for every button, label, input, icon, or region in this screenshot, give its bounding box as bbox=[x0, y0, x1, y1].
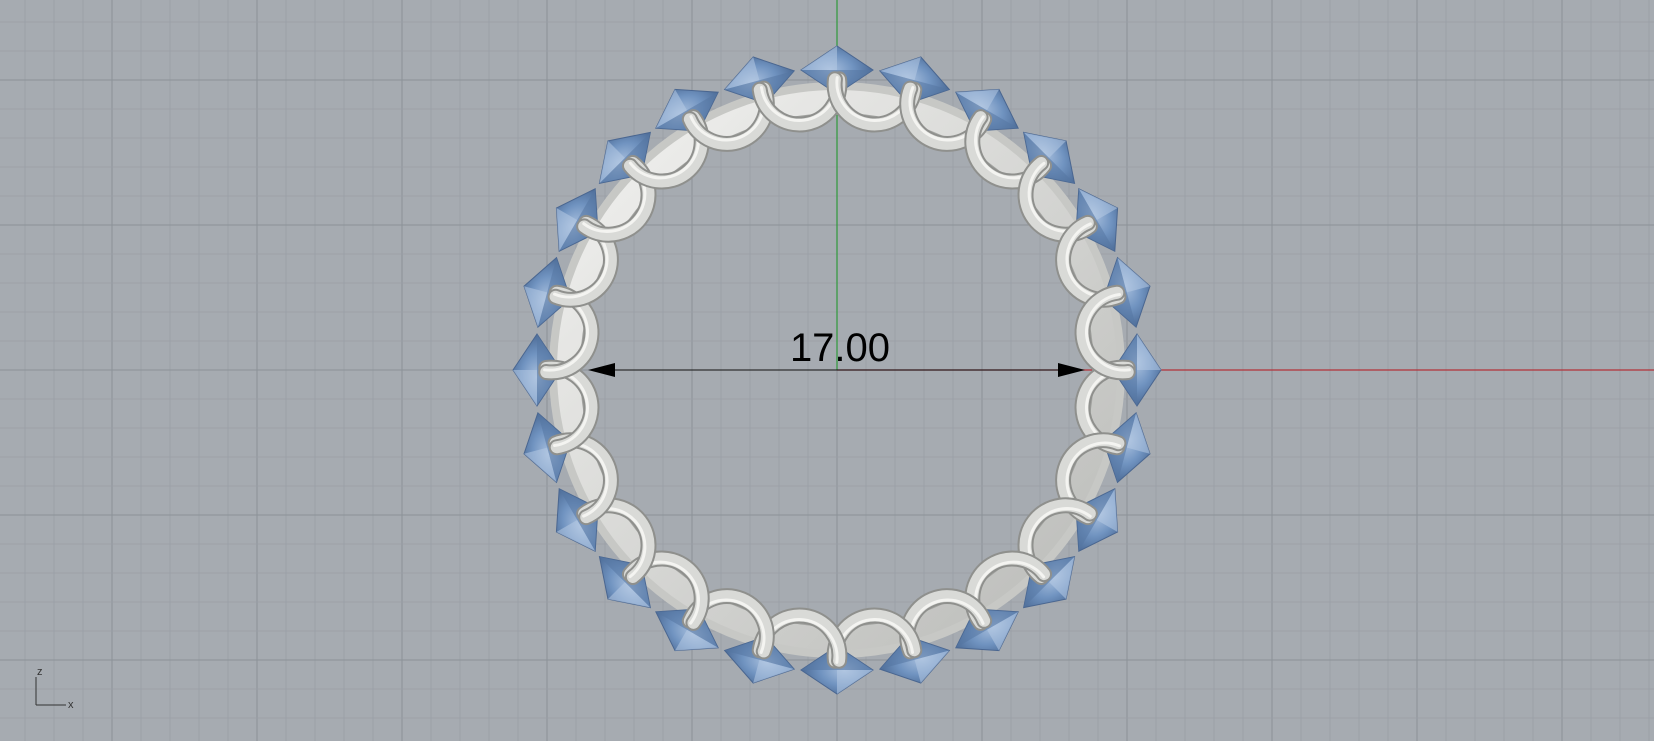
axis-label-z: z bbox=[37, 666, 43, 678]
dimension-arrow-right bbox=[1058, 363, 1085, 377]
axis-indicator: z x bbox=[35, 666, 74, 711]
axis-label-x: x bbox=[68, 699, 74, 711]
viewport-canvas[interactable]: 17.00 z x bbox=[0, 0, 1654, 741]
dimension-arrow-left bbox=[588, 363, 615, 377]
rhino-viewport[interactable]: 17.00 z x bbox=[0, 0, 1654, 741]
dimension-value: 17.00 bbox=[790, 326, 890, 370]
dimension-annotation[interactable]: 17.00 bbox=[588, 326, 1085, 377]
world-axes bbox=[836, 0, 1654, 371]
